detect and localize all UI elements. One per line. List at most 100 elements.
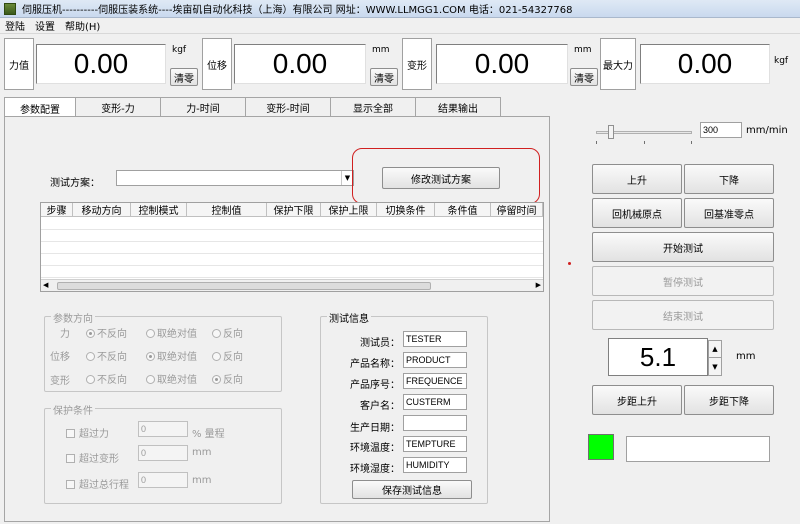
humidity-input[interactable]: HUMIDITY <box>403 457 467 473</box>
tab-deform-time[interactable]: 变形-时间 <box>245 97 331 117</box>
protect-force-input[interactable]: 0 <box>138 421 188 437</box>
dir-deform-opt2[interactable]: 反向 <box>212 371 243 386</box>
speed-input[interactable]: 300 <box>700 122 742 138</box>
displacement-unit: mm <box>372 45 390 55</box>
tab-deform-force[interactable]: 变形-力 <box>75 97 161 117</box>
force-label: 力值 <box>4 38 34 90</box>
force-value: 0.00 <box>36 44 166 84</box>
window-title-bar: 伺服压机----------伺服压装系统----埃亩矶自动化科技（上海）有限公司… <box>0 0 800 18</box>
protect-deform-unit: mm <box>192 447 212 458</box>
steps-table-scrollbar[interactable]: ◀ ▶ <box>41 279 543 291</box>
dir-deform-opt1[interactable]: 取绝对值 <box>146 371 197 386</box>
param-direction-title: 参数方向 <box>51 310 95 325</box>
radio-icon <box>86 329 95 338</box>
start-test-button[interactable]: 开始测试 <box>592 232 774 262</box>
dir-force-label: 力 <box>60 329 70 340</box>
dir-deform-opt0[interactable]: 不反向 <box>86 371 127 386</box>
menu-settings[interactable]: 设置 <box>30 18 60 33</box>
dir-force-opt2[interactable]: 反向 <box>212 325 243 340</box>
step-up-button[interactable]: 步距上升 <box>592 385 682 415</box>
radio-icon <box>212 329 221 338</box>
deform-label: 变形 <box>402 38 432 90</box>
speed-slider[interactable] <box>596 122 692 144</box>
dir-displacement-opt0[interactable]: 不反向 <box>86 348 127 363</box>
scroll-right-icon[interactable]: ▶ <box>536 281 541 289</box>
spin-up-icon[interactable]: ▲ <box>708 340 722 358</box>
radio-icon <box>212 352 221 361</box>
max-force-unit: kgf <box>774 56 789 66</box>
force-zero-button[interactable]: 清零 <box>170 68 198 86</box>
speed-slider-ticks <box>596 141 692 144</box>
col-control-mode: 控制模式 <box>131 203 187 216</box>
protect-force-check[interactable]: 超过力 <box>66 425 109 440</box>
radio-icon <box>146 375 155 384</box>
radio-icon <box>86 352 95 361</box>
step-spinner[interactable]: ▲ ▼ <box>708 340 722 376</box>
protect-deform-input[interactable]: 0 <box>138 445 188 461</box>
protect-travel-unit: mm <box>192 475 212 486</box>
col-step: 步骤 <box>41 203 73 216</box>
radio-icon <box>86 375 95 384</box>
product-name-input[interactable]: PRODUCT <box>403 352 467 368</box>
dir-force-opt0[interactable]: 不反向 <box>86 325 127 340</box>
step-down-button[interactable]: 步距下降 <box>684 385 774 415</box>
scroll-thumb[interactable] <box>57 282 431 290</box>
col-switch-condition: 切换条件 <box>377 203 435 216</box>
tester-input[interactable]: TESTER <box>403 331 467 347</box>
product-name-label: 产品名称： <box>350 359 400 370</box>
step-value-input[interactable]: 5.1 <box>608 338 708 376</box>
save-test-info-button[interactable]: 保存测试信息 <box>352 480 472 499</box>
window-title: 伺服压机----------伺服压装系统----埃亩矶自动化科技（上海）有限公司… <box>22 5 573 16</box>
displacement-value: 0.00 <box>234 44 366 84</box>
tab-force-time[interactable]: 力-时间 <box>160 97 246 117</box>
product-serial-input[interactable]: FREQUENCE <box>403 373 467 389</box>
temperature-input[interactable]: TEMPTURE <box>403 436 467 452</box>
step-unit: mm <box>736 351 756 362</box>
scheme-select[interactable]: ▼ <box>116 170 354 186</box>
steps-table[interactable]: 步骤 移动方向 控制模式 控制值 保护下限 保护上限 切换条件 条件值 停留时间… <box>40 202 544 292</box>
protect-deform-check[interactable]: 超过变形 <box>66 450 119 465</box>
protect-travel-check[interactable]: 超过总行程 <box>66 476 129 491</box>
max-force-label: 最大力 <box>600 38 636 90</box>
meter-strip: 力值 0.00 kgf 清零 位移 0.00 mm 清零 变形 0.00 mm … <box>0 36 800 92</box>
dir-displacement-opt1[interactable]: 取绝对值 <box>146 348 197 363</box>
return-origin-button[interactable]: 回机械原点 <box>592 198 682 228</box>
max-force-value: 0.00 <box>640 44 770 84</box>
menu-help[interactable]: 帮助(H) <box>60 18 105 33</box>
force-unit: kgf <box>172 45 187 55</box>
speed-slider-thumb[interactable] <box>608 125 614 139</box>
dir-displacement-opt2[interactable]: 反向 <box>212 348 243 363</box>
protect-force-unit: % 量程 <box>192 429 225 440</box>
production-date-input[interactable] <box>403 415 467 431</box>
checkbox-icon <box>66 429 75 438</box>
humidity-label: 环境湿度： <box>350 464 400 475</box>
checkbox-icon <box>66 480 75 489</box>
protection-title: 保护条件 <box>51 402 95 417</box>
spin-down-icon[interactable]: ▼ <box>708 358 722 376</box>
status-text-field <box>626 436 770 462</box>
deform-unit: mm <box>574 45 592 55</box>
radio-icon <box>146 329 155 338</box>
customer-input[interactable]: CUSTERM <box>403 394 467 410</box>
deform-zero-button[interactable]: 清零 <box>570 68 598 86</box>
displacement-label: 位移 <box>202 38 232 90</box>
displacement-zero-button[interactable]: 清零 <box>370 68 398 86</box>
steps-table-body <box>41 218 543 280</box>
pause-test-button[interactable]: 暂停测试 <box>592 266 774 296</box>
dir-force-opt1[interactable]: 取绝对值 <box>146 325 197 340</box>
stop-test-button[interactable]: 结束测试 <box>592 300 774 330</box>
steps-table-header: 步骤 移动方向 控制模式 控制值 保护下限 保护上限 切换条件 条件值 停留时间 <box>41 203 543 217</box>
return-zero-button[interactable]: 回基准零点 <box>684 198 774 228</box>
tab-param-config[interactable]: 参数配置 <box>4 97 76 118</box>
scroll-left-icon[interactable]: ◀ <box>43 281 48 289</box>
menu-login[interactable]: 登陆 <box>0 18 30 33</box>
tab-result-output[interactable]: 结果输出 <box>415 97 501 117</box>
col-control-value: 控制值 <box>187 203 267 216</box>
up-button[interactable]: 上升 <box>592 164 682 194</box>
radio-icon <box>212 375 221 384</box>
down-button[interactable]: 下降 <box>684 164 774 194</box>
status-indicator <box>588 434 614 460</box>
tab-show-all[interactable]: 显示全部 <box>330 97 416 117</box>
protect-travel-input[interactable]: 0 <box>138 472 188 488</box>
product-serial-label: 产品序号： <box>350 380 400 391</box>
